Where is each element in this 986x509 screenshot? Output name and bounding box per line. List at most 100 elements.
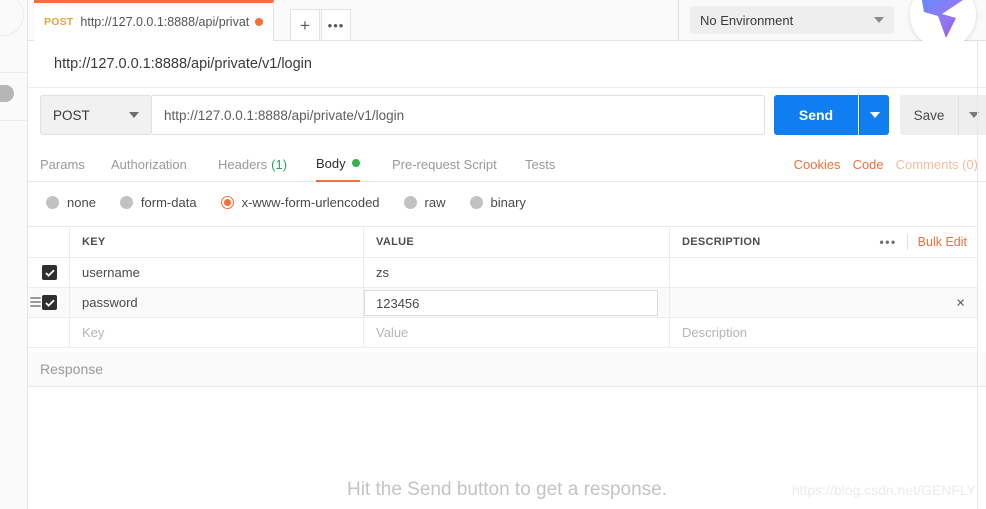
ellipsis-icon: ••• [328, 19, 345, 32]
table-options-icon[interactable]: ••• [880, 235, 897, 249]
header-key-cell: KEY [70, 227, 364, 257]
tab-authorization-label: Authorization [111, 157, 187, 172]
row-checkbox-cell [28, 318, 70, 347]
tab-body-label: Body [316, 156, 346, 171]
url-bar: POST http://127.0.0.1:8888/api/private/v… [28, 88, 986, 144]
row-key-cell[interactable]: username [70, 258, 364, 287]
row-key-value: password [82, 295, 138, 310]
row-value-value: zs [376, 265, 389, 280]
placeholder-key-label: Key [82, 325, 104, 340]
delete-row-button[interactable]: × [956, 295, 965, 310]
tab-tests-label: Tests [525, 157, 555, 172]
comments-link[interactable]: Comments (0) [896, 157, 978, 172]
tab-options-button[interactable]: ••• [321, 9, 351, 41]
table-header-row: KEY VALUE DESCRIPTION ••• Bulk Edit [28, 227, 977, 258]
drag-handle-icon[interactable] [30, 297, 41, 308]
row-description-cell[interactable]: × [670, 288, 977, 317]
tab-params[interactable]: Params [40, 146, 85, 182]
http-method-select[interactable]: POST [40, 95, 152, 135]
request-tab-method: POST [44, 16, 73, 28]
tab-headers-count: (1) [271, 157, 287, 172]
request-title-text: http://127.0.0.1:8888/api/private/v1/log… [54, 56, 312, 72]
plus-icon: + [300, 17, 310, 34]
cookies-link[interactable]: Cookies [794, 157, 841, 172]
row-checkbox-checked[interactable] [42, 265, 57, 280]
chevron-down-icon [874, 17, 884, 23]
table-row-placeholder[interactable]: Key Value Description [28, 318, 977, 348]
row-key-cell[interactable]: password [70, 288, 364, 317]
radio-icon [46, 196, 59, 209]
body-type-raw[interactable]: raw [404, 195, 446, 210]
header-key-label: KEY [82, 236, 106, 248]
request-right-links: Cookies Code Comments (0) [794, 146, 978, 182]
row-value-cell[interactable]: zs [364, 258, 670, 287]
tab-pre-request-script[interactable]: Pre-request Script [392, 146, 497, 182]
url-input[interactable]: http://127.0.0.1:8888/api/private/v1/log… [152, 95, 765, 135]
body-type-raw-label: raw [425, 195, 446, 210]
tabstrip-divider [678, 0, 679, 41]
body-params-table: KEY VALUE DESCRIPTION ••• Bulk Edit [28, 226, 977, 348]
tab-pre-request-script-label: Pre-request Script [392, 157, 497, 172]
check-icon [45, 299, 55, 307]
send-button[interactable]: Send [774, 95, 858, 135]
table-header-actions: ••• Bulk Edit [880, 227, 967, 257]
row-key-value: username [82, 265, 140, 280]
rail-pill-indicator [0, 85, 14, 102]
placeholder-value-label: Value [376, 325, 408, 340]
code-link[interactable]: Code [853, 157, 884, 172]
row-value-input-focused[interactable]: 123456 [364, 290, 658, 316]
table-row[interactable]: password 123456 × [28, 288, 977, 318]
environment-selected-label: No Environment [700, 13, 793, 28]
tab-body[interactable]: Body [316, 146, 360, 182]
unsaved-changes-dot-icon [255, 18, 263, 26]
body-type-none-label: none [67, 195, 96, 210]
send-options-button[interactable] [859, 95, 889, 135]
tab-headers[interactable]: Headers (1) [218, 146, 287, 182]
request-tab-active[interactable]: POST http://127.0.0.1:8888/api/privat [34, 0, 274, 41]
header-description-cell: DESCRIPTION ••• Bulk Edit [670, 227, 977, 257]
save-button[interactable]: Save [900, 95, 958, 135]
tab-tests[interactable]: Tests [525, 146, 555, 182]
bulk-edit-button[interactable]: Bulk Edit [918, 235, 967, 249]
tab-authorization[interactable]: Authorization [111, 146, 187, 182]
placeholder-key-cell[interactable]: Key [70, 318, 364, 347]
main-panel: POST http://127.0.0.1:8888/api/privat + … [28, 0, 986, 509]
table-row[interactable]: username zs [28, 258, 977, 288]
rail-divider-top [0, 72, 28, 73]
response-header: Response [28, 352, 986, 387]
body-type-radio-group: none form-data x-www-form-urlencoded raw… [28, 182, 986, 222]
environment-selector[interactable]: No Environment [690, 6, 894, 34]
radio-icon [404, 196, 417, 209]
row-checkbox-checked[interactable] [42, 295, 57, 310]
postman-window: POST http://127.0.0.1:8888/api/privat + … [0, 0, 986, 509]
body-type-none[interactable]: none [46, 195, 96, 210]
header-value-label: VALUE [376, 236, 414, 248]
save-button-label: Save [914, 108, 945, 123]
chevron-down-icon [129, 112, 139, 118]
check-icon [45, 269, 55, 277]
row-checkbox-cell [28, 288, 70, 317]
new-tab-button[interactable]: + [290, 9, 320, 41]
header-value-cell: VALUE [364, 227, 670, 257]
tab-params-label: Params [40, 157, 85, 172]
request-tab-strip: POST http://127.0.0.1:8888/api/privat + … [28, 0, 986, 41]
row-checkbox-cell [28, 258, 70, 287]
header-checkbox-cell [28, 227, 70, 257]
placeholder-description-cell[interactable]: Description [670, 318, 977, 347]
body-type-form-data[interactable]: form-data [120, 195, 197, 210]
body-type-urlencoded[interactable]: x-www-form-urlencoded [221, 195, 380, 210]
row-value-cell[interactable]: 123456 [364, 288, 670, 317]
postman-logo-icon [916, 0, 970, 42]
radio-icon [120, 196, 133, 209]
placeholder-value-cell[interactable]: Value [364, 318, 670, 347]
request-title: http://127.0.0.1:8888/api/private/v1/log… [28, 41, 986, 88]
row-value-value: 123456 [376, 296, 419, 311]
save-options-button[interactable] [958, 95, 986, 135]
body-type-binary-label: binary [491, 195, 526, 210]
body-type-binary[interactable]: binary [470, 195, 526, 210]
body-present-dot-icon [352, 159, 360, 167]
body-type-form-data-label: form-data [141, 195, 197, 210]
radio-selected-icon [221, 196, 234, 209]
url-input-value: http://127.0.0.1:8888/api/private/v1/log… [164, 108, 404, 123]
row-description-cell[interactable] [670, 258, 977, 287]
